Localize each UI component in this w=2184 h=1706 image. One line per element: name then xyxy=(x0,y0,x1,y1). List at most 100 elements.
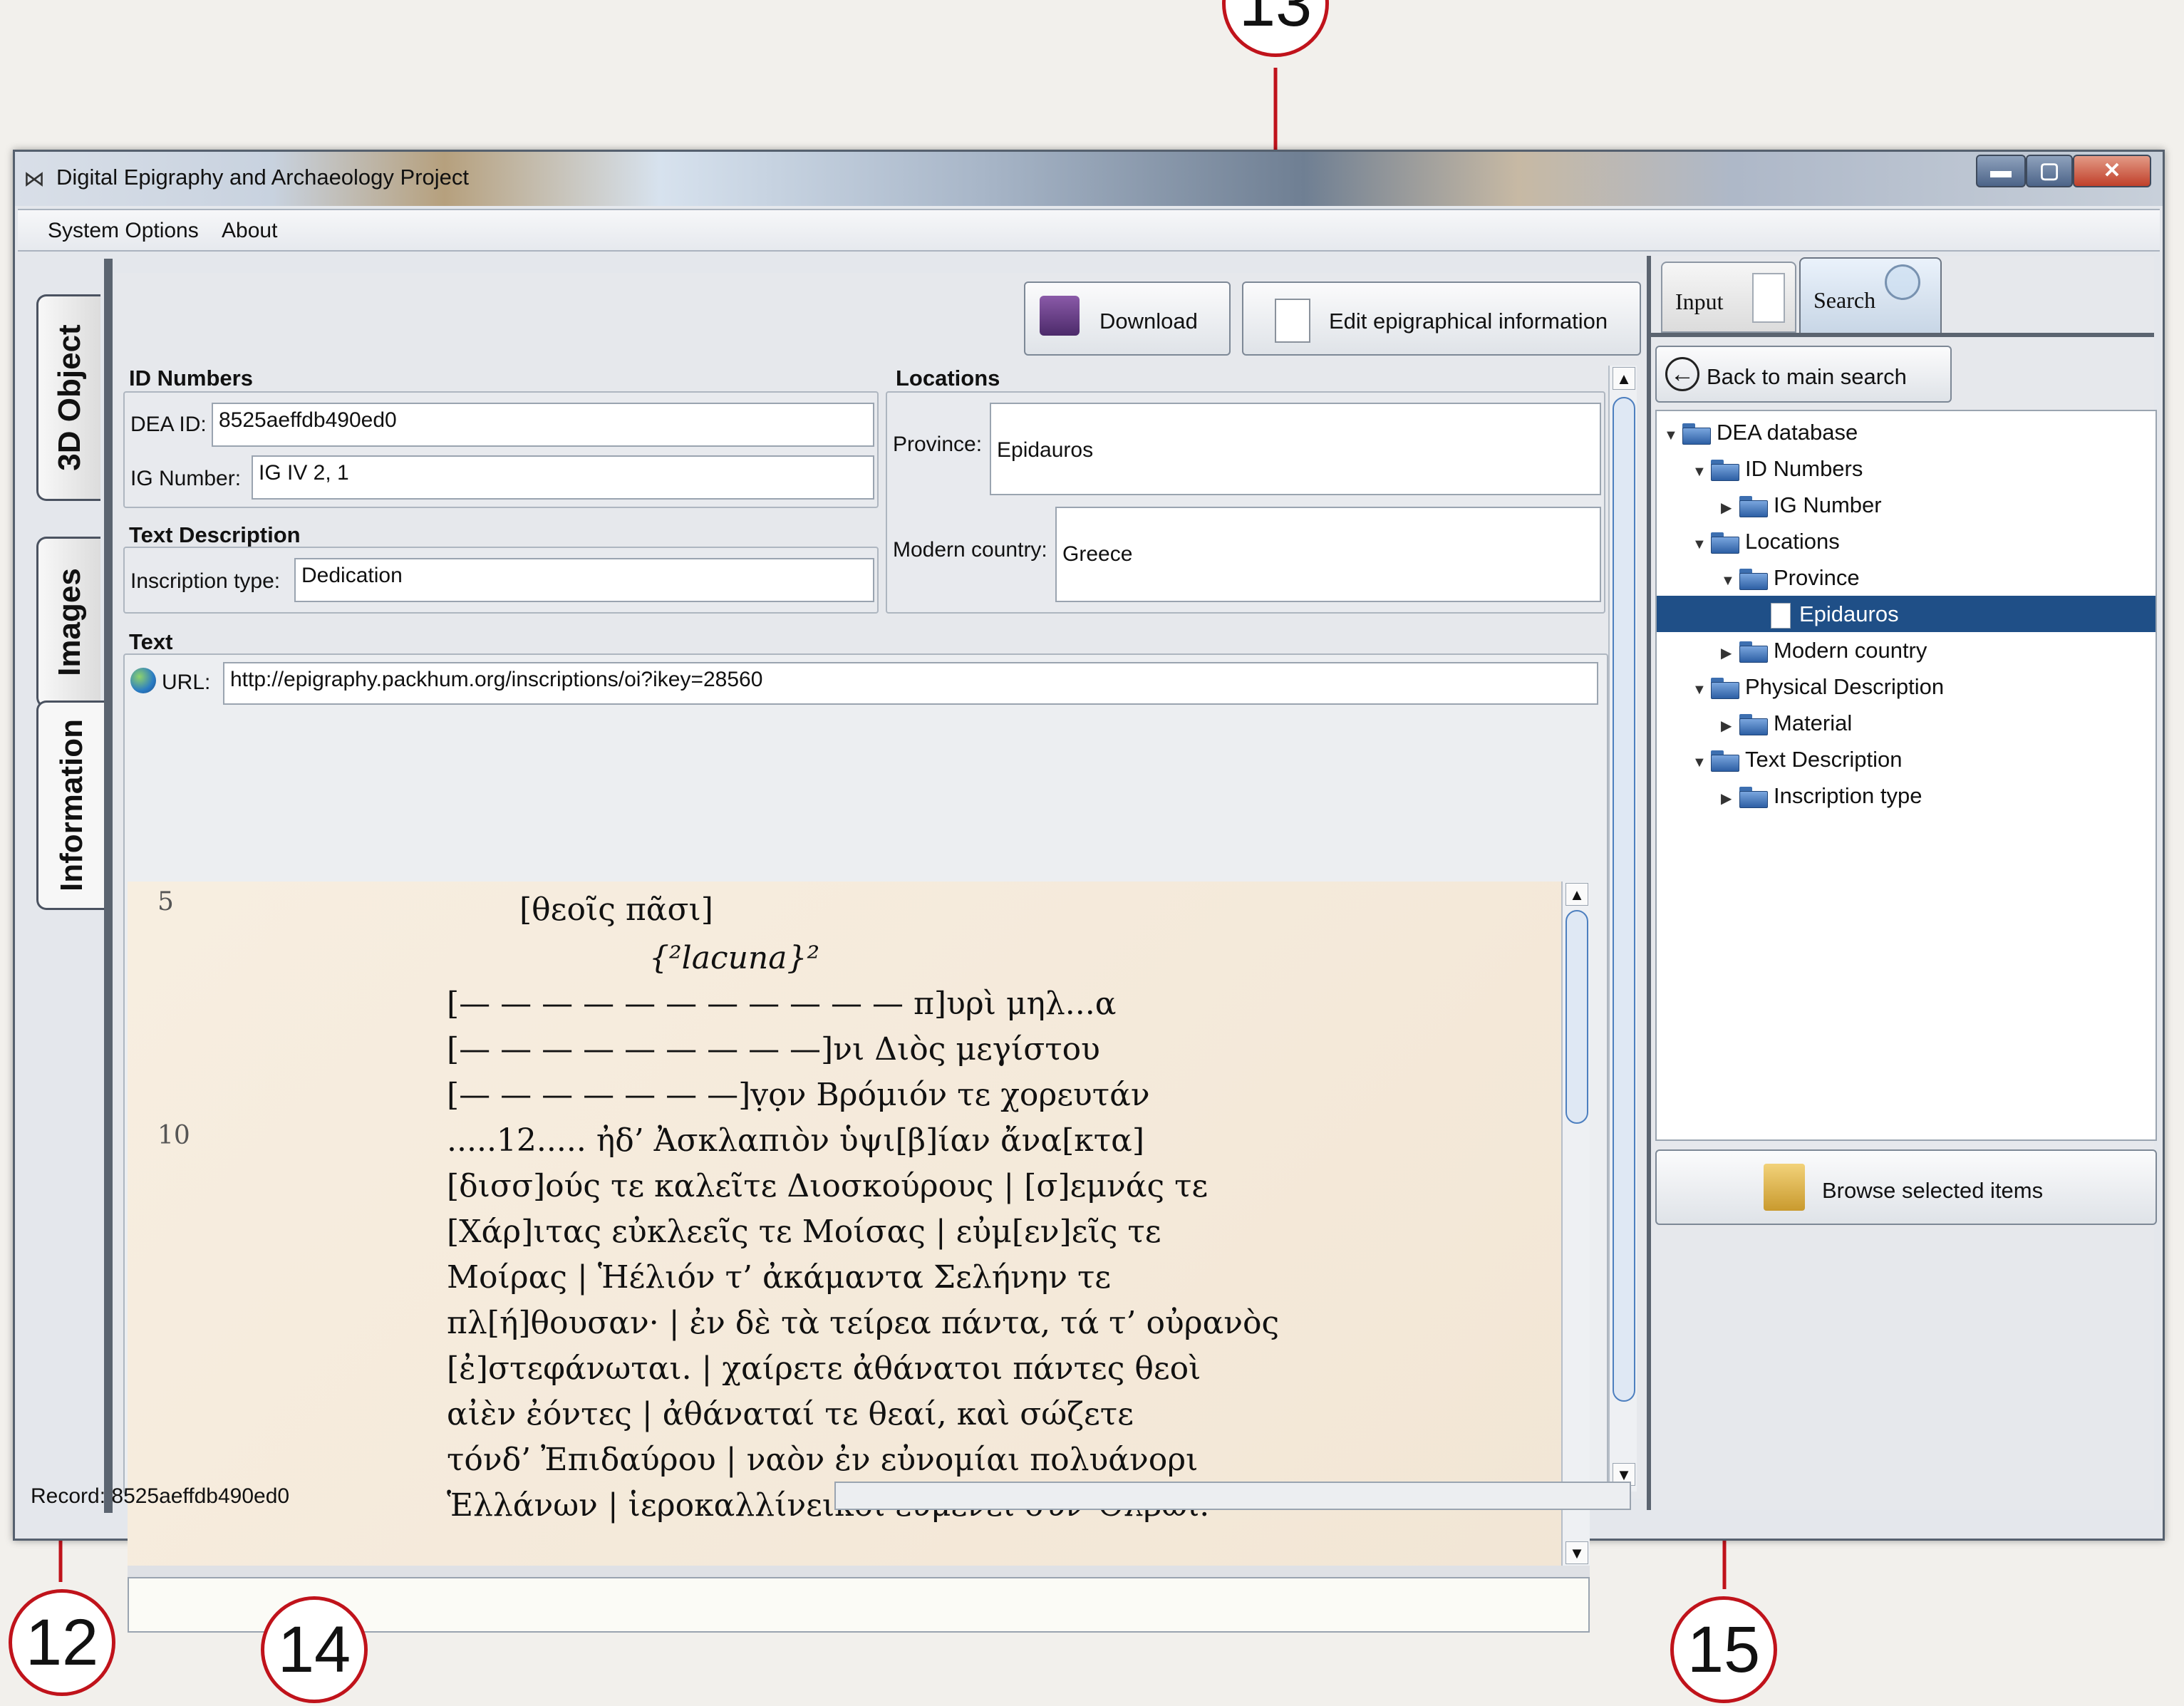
locations-panel: Province: Epidauros Modern country: Gree… xyxy=(886,391,1605,614)
modern-country-label: Modern country: xyxy=(893,538,1047,562)
folder-icon xyxy=(1739,786,1768,808)
tree-item[interactable]: ▼ Locations xyxy=(1692,523,1840,559)
url-label: URL: xyxy=(162,671,211,694)
folder-search-icon xyxy=(1764,1164,1805,1211)
text-scrollbar[interactable]: ▲ ▼ xyxy=(1561,882,1590,1566)
tab-information[interactable]: Information xyxy=(36,701,105,910)
browse-selected-items-button[interactable]: Browse selected items xyxy=(1655,1149,2157,1225)
tree-item[interactable]: ▼ Province xyxy=(1721,559,1860,596)
scroll-up-arrow[interactable]: ▲ xyxy=(1613,367,1635,390)
progress-bar xyxy=(834,1482,1631,1510)
floppy-disk-icon xyxy=(1040,296,1080,336)
url-field[interactable]: http://epigraphy.packhum.org/inscription… xyxy=(223,662,1598,705)
document-icon xyxy=(1752,273,1785,323)
document-icon xyxy=(1275,299,1310,343)
section-text: Text xyxy=(129,629,173,654)
province-field[interactable]: Epidauros xyxy=(990,403,1601,495)
text-line: Μοίρας | Ἡέλιόν τ’ ἀκάμαντα Σελήνην τε xyxy=(447,1259,1112,1296)
globe-icon xyxy=(130,668,156,693)
window-title: Digital Epigraphy and Archaeology Projec… xyxy=(56,165,470,190)
magnifier-icon xyxy=(1885,264,1920,300)
tree-item[interactable]: ▼ DEA database xyxy=(1664,414,1858,450)
text-line: {²lacuna}² xyxy=(649,940,820,976)
ig-number-field[interactable]: IG IV 2, 1 xyxy=(252,455,874,500)
folder-icon xyxy=(1711,677,1739,699)
back-to-main-search-button[interactable]: ← Back to main search xyxy=(1655,346,1952,403)
splitter-handle[interactable] xyxy=(128,1566,1590,1577)
tree-item[interactable]: ▶ Modern country xyxy=(1721,632,1927,668)
section-locations: Locations xyxy=(896,366,1000,391)
file-icon xyxy=(1771,602,1791,629)
tree-item[interactable]: ▶ Inscription type xyxy=(1721,777,1922,814)
tab-search[interactable]: Search xyxy=(1799,257,1942,334)
tab-input[interactable]: Input xyxy=(1661,262,1796,333)
download-button[interactable]: Download xyxy=(1024,281,1231,356)
app-logo-icon: ⋈ xyxy=(24,167,45,191)
text-line: [δισσ]ούς τε καλεῖτε Διοσκούρους | [σ]εμ… xyxy=(447,1168,1209,1204)
folder-icon xyxy=(1711,459,1739,481)
text-line: .....12..... ἠδ’ Ἀσκλαπιὸν ὑψι[β]ίαν ἄνα… xyxy=(447,1122,1144,1159)
tree-item[interactable]: ▶ Material xyxy=(1721,705,1852,741)
scroll-thumb[interactable] xyxy=(1565,910,1588,1124)
text-description-panel: Inscription type: Dedication xyxy=(123,547,879,614)
section-text-description: Text Description xyxy=(129,522,301,547)
scroll-down-arrow[interactable]: ▼ xyxy=(1565,1541,1588,1564)
line-number: 10 xyxy=(157,1121,190,1150)
ig-number-label: IG Number: xyxy=(130,467,242,490)
id-numbers-panel: DEA ID: 8525aeffdb490ed0 IG Number: IG I… xyxy=(123,391,879,508)
text-line: αἰὲν ἐόντες | ἀθάναταί τε θεαί, καὶ σώζε… xyxy=(447,1396,1134,1432)
text-line: [ἐ]στεφάνωται. | χαίρετε ἀθάνατοι πάντες… xyxy=(447,1350,1201,1387)
callout-15: 15 xyxy=(1670,1596,1777,1703)
modern-country-field[interactable]: Greece xyxy=(1055,507,1601,602)
text-line: [— — — — — — —]ṿọν Βρόμιόν τε χορευτάν xyxy=(447,1077,1150,1113)
callout-14: 14 xyxy=(261,1596,368,1703)
folder-icon xyxy=(1682,423,1711,445)
tree-item[interactable]: ▼ ID Numbers xyxy=(1692,450,1863,487)
information-panel: Download Edit epigraphical information I… xyxy=(115,273,1645,1633)
back-arrow-icon: ← xyxy=(1665,357,1699,391)
inscription-type-label: Inscription type: xyxy=(130,569,281,593)
folder-icon xyxy=(1711,750,1739,772)
menu-system-options[interactable]: System Options xyxy=(48,219,199,243)
dea-id-field[interactable]: 8525aeffdb490ed0 xyxy=(212,403,874,447)
tree-item[interactable]: ▼ Physical Description xyxy=(1692,668,1944,705)
inscription-type-field[interactable]: Dedication xyxy=(294,558,874,602)
text-line: [— — — — — — — — — — — π]υρὶ μηλ...α xyxy=(447,986,1117,1022)
app-window: ⋈ Digital Epigraphy and Archaeology Proj… xyxy=(13,150,2165,1633)
folder-icon xyxy=(1711,532,1739,554)
inscription-text-viewer[interactable]: 5 10 [θεοῖς πᾶσι] {²lacuna}² [— — — — — … xyxy=(128,882,1590,1566)
search-panel: Input Search ← Back to main search ▼ DEA … xyxy=(1647,256,2157,1510)
edit-epigraphical-button[interactable]: Edit epigraphical information xyxy=(1242,281,1641,356)
callout-12: 12 xyxy=(9,1589,115,1696)
close-button[interactable]: ✕ xyxy=(2073,155,2151,187)
folder-icon xyxy=(1739,641,1768,663)
province-label: Province: xyxy=(893,433,983,456)
text-line: τόνδ’ Ἐπιδαύρου | ναὸν ἐν εὐνομίαι πολυά… xyxy=(447,1442,1199,1478)
menu-about[interactable]: About xyxy=(222,219,277,243)
title-bar: ⋈ Digital Epigraphy and Archaeology Proj… xyxy=(15,152,2163,206)
tab-3d-object[interactable]: 3D Object xyxy=(36,294,100,501)
minimize-button[interactable]: ▬ xyxy=(1976,155,2026,187)
folder-icon xyxy=(1739,713,1768,735)
tree-item-selected[interactable]: Epidauros xyxy=(1657,596,2155,632)
tree-item[interactable]: ▼ Text Description xyxy=(1692,741,1903,777)
tabs-divider xyxy=(1651,333,2154,337)
tab-rail xyxy=(104,259,113,1513)
status-record: Record: 8525aeffdb490ed0 xyxy=(31,1484,290,1508)
form-scrollbar[interactable]: ▲ ▼ xyxy=(1608,366,1637,1492)
folder-icon xyxy=(1739,495,1768,517)
text-line: [θεοῖς πᾶσι] xyxy=(519,891,713,928)
tree-item[interactable]: ▶ IG Number xyxy=(1721,487,1882,523)
folder-icon xyxy=(1739,568,1768,590)
text-line: πλ[ή]θουσαν· | ἐν δὲ τὰ τείρεα πάντα, τά… xyxy=(447,1305,1280,1341)
menu-bar: System Options About xyxy=(18,209,2160,252)
scroll-thumb[interactable] xyxy=(1613,397,1635,1402)
maximize-button[interactable]: ▢ xyxy=(2026,155,2073,187)
search-tree: ▼ DEA database ▼ ID Numbers ▶ IG Number ▼ Lo… xyxy=(1655,410,2157,1141)
line-number: 5 xyxy=(157,887,174,916)
text-line: [Χάρ]ιτας εὐκλεεῖς τε Μοίσας | εὐμ[εν]εῖ… xyxy=(447,1214,1161,1250)
tab-images[interactable]: Images xyxy=(36,537,100,708)
scroll-up-arrow[interactable]: ▲ xyxy=(1565,883,1588,906)
section-id-numbers: ID Numbers xyxy=(129,366,253,391)
text-line: [— — — — — — — — —]νι Διὸς μεγίστου xyxy=(447,1031,1100,1067)
